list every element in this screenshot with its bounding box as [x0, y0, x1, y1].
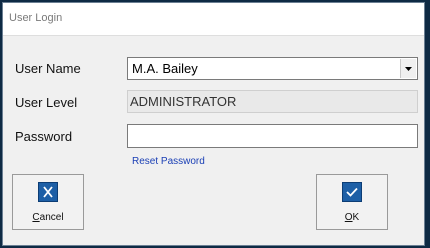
cancel-label: Cancel [32, 212, 64, 223]
cancel-button[interactable]: Cancel [12, 174, 84, 230]
password-label: Password [15, 129, 73, 144]
user-level-field: ADMINISTRATOR [127, 90, 418, 113]
ok-button[interactable]: OK [316, 174, 388, 230]
user-name-label: User Name [15, 61, 81, 76]
user-level-label: User Level [15, 95, 78, 110]
reset-password-link[interactable]: Reset Password [132, 156, 205, 167]
check-icon [342, 182, 362, 202]
login-dialog: User Login User Name M.A. Bailey User Le… [2, 2, 425, 246]
ok-label: OK [344, 212, 360, 223]
password-field[interactable] [127, 124, 418, 148]
user-name-value: M.A. Bailey [132, 61, 198, 76]
user-name-select[interactable]: M.A. Bailey [127, 57, 418, 80]
title-bar: User Login [3, 3, 424, 36]
chevron-down-icon[interactable] [400, 59, 416, 78]
x-icon [38, 182, 58, 202]
user-level-value: ADMINISTRATOR [130, 94, 237, 109]
window-title: User Login [9, 12, 63, 24]
